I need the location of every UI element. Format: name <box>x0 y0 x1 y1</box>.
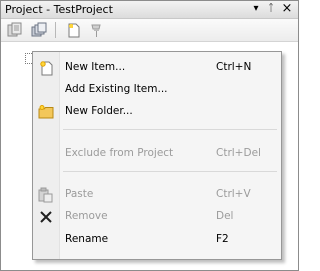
close-panel-button[interactable]: × <box>280 2 294 16</box>
properties-icon[interactable] <box>7 22 23 38</box>
menu-item-label: New Folder... <box>65 105 133 117</box>
menu-item-label: Rename <box>65 233 109 245</box>
menu-separator <box>63 171 277 172</box>
menu-item-label: Add Existing Item... <box>65 83 168 95</box>
pin-icon[interactable] <box>89 22 105 38</box>
menu-item-add-existing-item[interactable]: Add Existing Item... <box>33 79 281 101</box>
menu-separator <box>63 129 277 130</box>
panel-titlebar[interactable]: Project - TestProject ▾ ᛏ × <box>1 1 298 19</box>
context-menu: New Item... Ctrl+N Add Existing Item... … <box>32 51 282 260</box>
menu-item-label: Remove <box>65 210 108 222</box>
panel-title: Project - TestProject <box>5 3 113 16</box>
new-item-icon <box>38 60 54 76</box>
window-position-dropdown-button[interactable]: ▾ <box>249 2 263 16</box>
menu-item-shortcut: Ctrl+V <box>216 188 251 200</box>
menu-item-shortcut: Ctrl+Del <box>216 147 261 159</box>
menu-item-exclude-from-project[interactable]: Exclude from Project Ctrl+Del <box>33 143 281 165</box>
panel-toolbar <box>1 19 298 42</box>
new-folder-icon <box>38 104 54 120</box>
menu-item-new-item[interactable]: New Item... Ctrl+N <box>33 57 281 79</box>
show-all-files-icon[interactable] <box>31 22 47 38</box>
menu-item-label: Exclude from Project <box>65 147 174 159</box>
menu-item-label: New Item... <box>65 61 126 73</box>
menu-item-shortcut: Del <box>216 210 234 222</box>
menu-item-remove[interactable]: Remove Del <box>33 206 281 228</box>
toolbar-separator <box>55 22 56 38</box>
menu-item-rename[interactable]: Rename F2 <box>33 229 281 251</box>
auto-hide-pin-button[interactable]: ᛏ <box>264 2 278 16</box>
menu-item-label: Paste <box>65 188 94 200</box>
new-item-icon[interactable] <box>66 22 82 38</box>
paste-icon <box>38 187 54 203</box>
menu-item-paste[interactable]: Paste Ctrl+V <box>33 184 281 206</box>
menu-item-shortcut: Ctrl+N <box>216 61 252 73</box>
remove-icon <box>38 209 54 225</box>
menu-item-shortcut: F2 <box>216 233 229 245</box>
menu-item-new-folder[interactable]: New Folder... <box>33 101 281 123</box>
